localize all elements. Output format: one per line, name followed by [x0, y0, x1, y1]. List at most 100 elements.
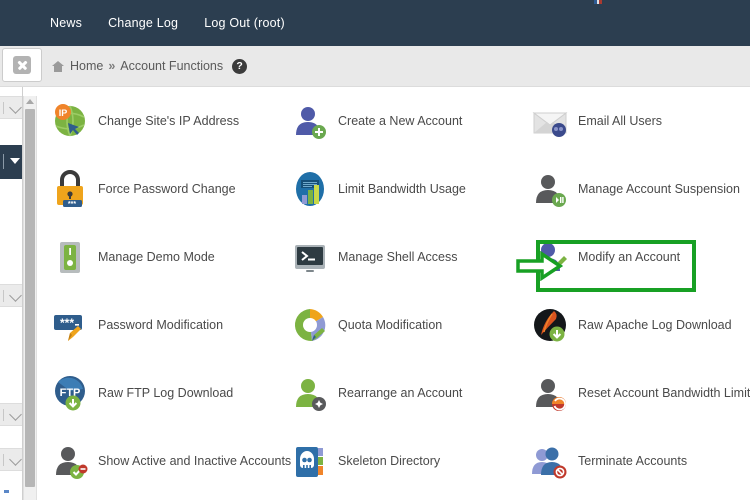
top-navigation: News Change Log Log Out (root): [50, 0, 285, 46]
toggle-switch-icon: [50, 237, 90, 277]
divider: [3, 454, 4, 466]
user-edit-icon: [530, 237, 570, 277]
svg-text:***: ***: [60, 316, 74, 330]
grid-row: FTP Raw FTP Log Download Rearrange an Ac…: [36, 359, 750, 427]
envelope-users-icon: [530, 101, 570, 141]
tile-quota-modification[interactable]: Quota Modification: [276, 291, 516, 359]
tile-skeleton-directory[interactable]: Skeleton Directory: [276, 427, 516, 495]
sidebar-item[interactable]: [0, 119, 22, 145]
password-field-icon: ***: [50, 305, 90, 345]
padlock-icon: ***: [50, 169, 90, 209]
tile-manage-account-suspension[interactable]: Manage Account Suspension: [516, 155, 750, 223]
chevron-down-icon: [9, 101, 22, 114]
divider: [3, 290, 4, 302]
svg-text:IP: IP: [59, 108, 68, 118]
scrollbar-thumb[interactable]: [25, 109, 35, 487]
tile-change-site-ip-address[interactable]: IP Change Site's IP Address: [36, 87, 276, 155]
sidebar-item-active[interactable]: [0, 145, 22, 179]
tile-email-all-users[interactable]: Email All Users: [516, 87, 750, 155]
tile-label: Rearrange an Account: [338, 385, 463, 400]
divider: [3, 154, 4, 169]
tile-show-active-and-inactive-accounts[interactable]: Show Active and Inactive Accounts: [36, 427, 291, 495]
user-pause-icon: [530, 169, 570, 209]
nav-change-log[interactable]: Change Log: [108, 17, 178, 30]
tile-label: Manage Account Suspension: [578, 181, 740, 196]
tile-manage-demo-mode[interactable]: Manage Demo Mode: [36, 223, 276, 291]
sidebar-item[interactable]: [0, 307, 22, 403]
sidebar-item[interactable]: [0, 426, 22, 448]
tile-label: Terminate Accounts: [578, 453, 688, 468]
breadcrumb: Home » Account Functions ?: [52, 46, 248, 86]
nav-log-out[interactable]: Log Out (root): [204, 17, 285, 30]
tile-limit-bandwidth-usage[interactable]: Limit Bandwidth Usage: [276, 155, 516, 223]
scroll-up-arrow-icon[interactable]: [26, 99, 34, 104]
ftp-download-icon: FTP: [50, 373, 90, 413]
grid-row: *** Force Password Change Limit Bandwidt…: [36, 155, 750, 223]
pie-chart-icon: [290, 305, 330, 345]
tile-label: Quota Modification: [338, 317, 443, 332]
tile-reset-account-bandwidth-limit[interactable]: Reset Account Bandwidth Limit: [516, 359, 750, 427]
close-button[interactable]: [2, 48, 42, 82]
users-delete-icon: [530, 441, 570, 481]
breadcrumb-current: Account Functions: [120, 59, 224, 73]
top-header: News Change Log Log Out (root): [0, 0, 750, 46]
chevron-down-icon: [9, 289, 22, 302]
user-reset-icon: [530, 373, 570, 413]
tile-raw-apache-log-download[interactable]: Raw Apache Log Download: [516, 291, 750, 359]
close-icon: [13, 56, 31, 74]
divider: [3, 102, 4, 114]
tile-terminate-accounts[interactable]: Terminate Accounts: [516, 427, 750, 495]
tile-label: Email All Users: [578, 113, 663, 128]
tile-label: Show Active and Inactive Accounts: [98, 453, 292, 468]
tile-modify-an-account[interactable]: Modify an Account: [516, 223, 750, 291]
sidebar-item[interactable]: [0, 86, 22, 96]
main-content: IP Change Site's IP Address Create a New…: [36, 87, 750, 500]
terminal-icon: [290, 237, 330, 277]
breadcrumb-home-link[interactable]: Home: [70, 59, 103, 73]
sidebar-group-header[interactable]: [0, 448, 22, 471]
user-add-icon: [290, 101, 330, 141]
sidebar-item[interactable]: [0, 471, 22, 495]
tile-force-password-change[interactable]: *** Force Password Change: [36, 155, 276, 223]
sidebar-marker-icon: [4, 490, 9, 493]
chevron-down-icon: [9, 453, 22, 466]
grid-row: Manage Demo Mode Manage Shell Access Mod…: [36, 223, 750, 291]
grid-row: Show Active and Inactive Accounts Skelet…: [36, 427, 750, 495]
help-icon[interactable]: ?: [232, 58, 248, 74]
tile-label: Create a New Account: [338, 113, 463, 128]
tile-label: Raw Apache Log Download: [578, 317, 732, 332]
app-root: News Change Log Log Out (root) Home » Ac…: [0, 0, 750, 500]
user-move-icon: [290, 373, 330, 413]
grid-row: *** Password Modification Quota Modifica…: [36, 291, 750, 359]
tile-manage-shell-access[interactable]: Manage Shell Access: [276, 223, 516, 291]
grid-row: IP Change Site's IP Address Create a New…: [36, 87, 750, 155]
sidebar-group-header[interactable]: [0, 284, 22, 307]
sidebar-group-header[interactable]: [0, 403, 22, 426]
user-check-icon: [50, 441, 90, 481]
sidebar-item[interactable]: [0, 179, 22, 284]
tile-label: Modify an Account: [578, 249, 681, 264]
globe-ip-icon: IP: [50, 101, 90, 141]
tile-label: Password Modification: [98, 317, 224, 332]
sidebar-group-header[interactable]: [0, 96, 22, 119]
tile-label: Change Site's IP Address: [98, 113, 240, 128]
tile-rearrange-an-account[interactable]: Rearrange an Account: [276, 359, 516, 427]
bar-chart-icon: [290, 169, 330, 209]
tile-label: Limit Bandwidth Usage: [338, 181, 466, 196]
nav-news[interactable]: News: [50, 17, 82, 30]
tile-create-a-new-account[interactable]: Create a New Account: [276, 87, 516, 155]
svg-text:***: ***: [68, 201, 76, 208]
breadcrumb-bar: Home » Account Functions ?: [0, 46, 750, 87]
tile-password-modification[interactable]: *** Password Modification: [36, 291, 276, 359]
left-sidebar[interactable]: [0, 86, 23, 500]
breadcrumb-separator: »: [108, 59, 116, 73]
tile-label: Raw FTP Log Download: [98, 385, 234, 400]
account-functions-grid: IP Change Site's IP Address Create a New…: [36, 87, 750, 495]
tile-label: Skeleton Directory: [338, 453, 441, 468]
header-flag-artifact-icon: [594, 0, 602, 4]
caret-down-icon: [10, 158, 20, 164]
tile-label: Manage Shell Access: [338, 249, 458, 264]
tile-label: Manage Demo Mode: [98, 249, 215, 264]
tile-raw-ftp-log-download[interactable]: FTP Raw FTP Log Download: [36, 359, 276, 427]
sidebar-scrollbar[interactable]: [23, 96, 37, 500]
